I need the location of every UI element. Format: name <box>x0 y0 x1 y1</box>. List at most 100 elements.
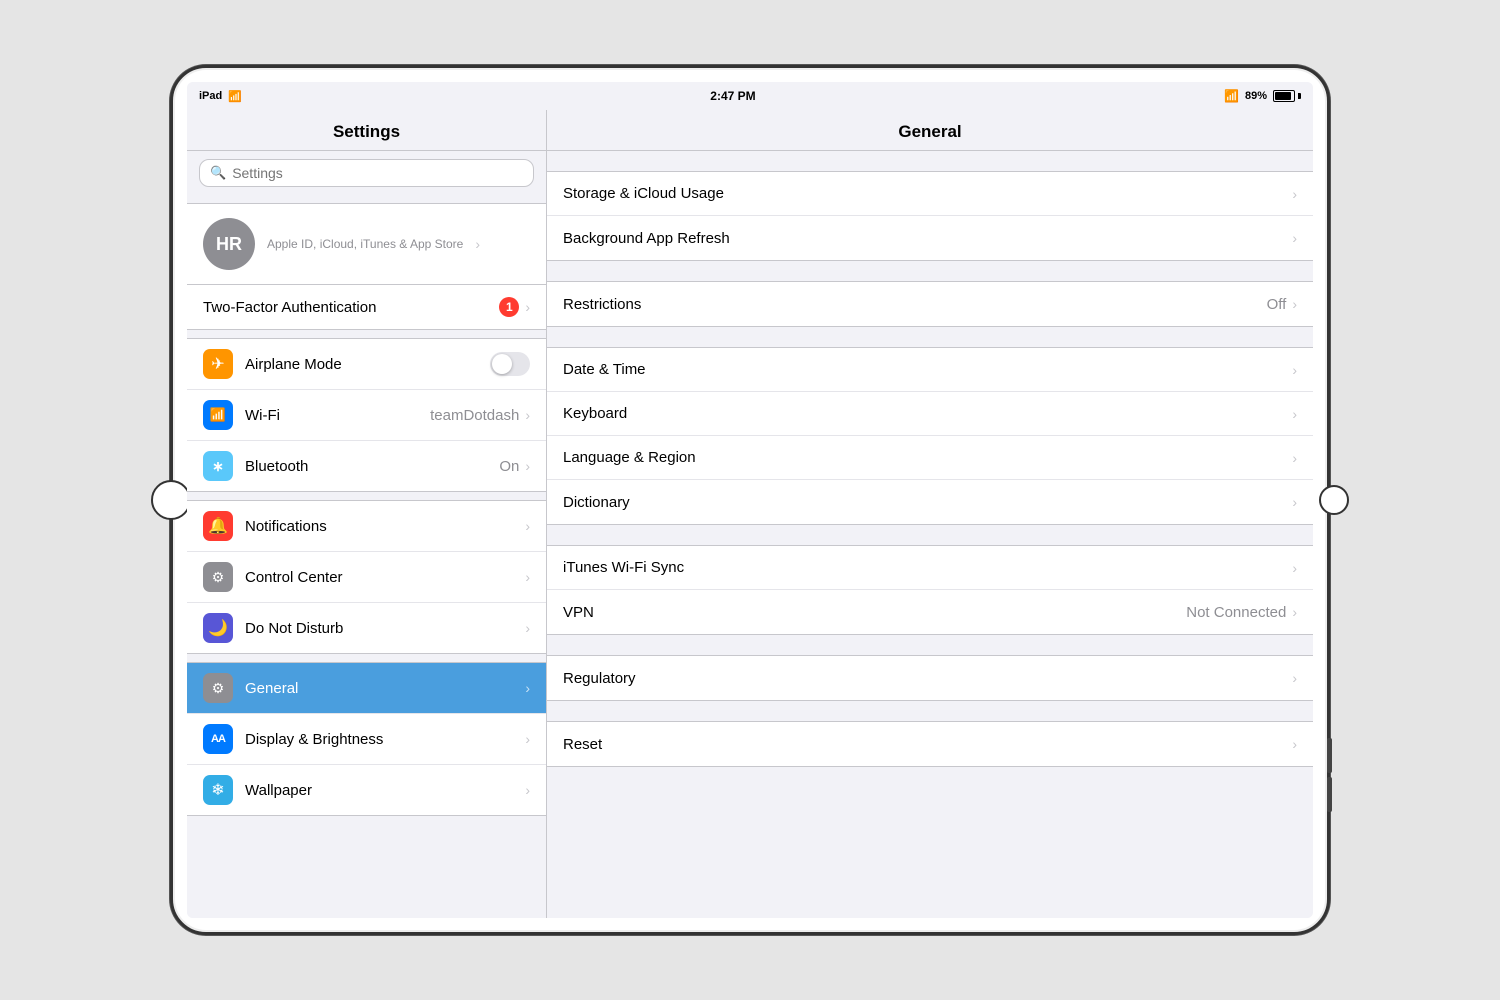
general-item-restrictions[interactable]: Restrictions Off › <box>547 282 1313 326</box>
sidebar-item-do-not-disturb[interactable]: 🌙 Do Not Disturb › <box>187 603 546 653</box>
airplane-toggle-knob <box>492 354 512 374</box>
general-item-regulatory[interactable]: Regulatory › <box>547 656 1313 700</box>
airplane-label: Airplane Mode <box>245 356 490 373</box>
vpn-label: VPN <box>563 604 594 621</box>
ipad-label: iPad <box>199 90 222 102</box>
two-factor-label: Two-Factor Authentication <box>203 299 376 316</box>
settings-panel: Settings 🔍 HR Apple ID, iCloud, iTunes &… <box>187 110 547 918</box>
wallpaper-icon: ❄ <box>203 775 233 805</box>
general-item-background[interactable]: Background App Refresh › <box>547 216 1313 260</box>
user-info: Apple ID, iCloud, iTunes & App Store <box>267 237 463 251</box>
datetime-label: Date & Time <box>563 361 646 378</box>
sidebar-item-display[interactable]: AA Display & Brightness › <box>187 714 546 765</box>
sidebar-item-bluetooth[interactable]: ∗ Bluetooth On › <box>187 441 546 491</box>
dictionary-right: › <box>1292 494 1297 510</box>
language-chevron-icon: › <box>1292 450 1297 466</box>
keyboard-chevron-icon: › <box>1292 406 1297 422</box>
screen: iPad 📶 2:47 PM 📶 89% Settings <box>187 82 1313 918</box>
airplane-icon: ✈ <box>203 349 233 379</box>
keyboard-right: › <box>1292 406 1297 422</box>
itunes-right: › <box>1292 560 1297 576</box>
storage-chevron-icon: › <box>1292 186 1297 202</box>
two-factor-chevron-icon: › <box>525 299 530 315</box>
wifi-status-icon: 📶 <box>228 90 242 103</box>
general-item-reset[interactable]: Reset › <box>547 722 1313 766</box>
settings-group-appearance: ⚙ General › AA Display & Brightness › ❄ … <box>187 662 546 816</box>
sidebar-item-control-center[interactable]: ⚙ Control Center › <box>187 552 546 603</box>
general-item-language[interactable]: Language & Region › <box>547 436 1313 480</box>
do-not-disturb-chevron-icon: › <box>525 620 530 636</box>
vpn-right: Not Connected › <box>1186 604 1297 621</box>
display-chevron-icon: › <box>525 731 530 747</box>
sidebar-item-wifi[interactable]: 📶 Wi-Fi teamDotdash › <box>187 390 546 441</box>
language-right: › <box>1292 450 1297 466</box>
notifications-icon: 🔔 <box>203 511 233 541</box>
home-button-left[interactable] <box>151 480 191 520</box>
general-icon: ⚙ <box>203 673 233 703</box>
general-panel: General Storage & iCloud Usage › Backgro… <box>547 110 1313 918</box>
ipad-frame: iPad 📶 2:47 PM 📶 89% Settings <box>170 65 1330 935</box>
general-chevron-icon: › <box>525 680 530 696</box>
two-factor-badge: 1 <box>499 297 519 317</box>
bluetooth-value: On <box>499 458 519 475</box>
regulatory-chevron-icon: › <box>1292 670 1297 686</box>
reset-chevron-icon: › <box>1292 736 1297 752</box>
general-group-restrictions: Restrictions Off › <box>547 281 1313 327</box>
settings-panel-title: Settings <box>187 110 546 151</box>
wifi-chevron-icon: › <box>525 407 530 423</box>
general-group-locale: Date & Time › Keyboard › Language & Regi… <box>547 347 1313 525</box>
sidebar-item-airplane[interactable]: ✈ Airplane Mode <box>187 339 546 390</box>
wifi-icon: 📶 <box>203 400 233 430</box>
airplane-toggle[interactable] <box>490 352 530 376</box>
do-not-disturb-label: Do Not Disturb <box>245 620 525 637</box>
restrictions-value: Off <box>1267 296 1287 313</box>
do-not-disturb-icon: 🌙 <box>203 613 233 643</box>
two-factor-row[interactable]: Two-Factor Authentication 1 › <box>187 285 546 330</box>
restrictions-right: Off › <box>1267 296 1297 313</box>
general-item-keyboard[interactable]: Keyboard › <box>547 392 1313 436</box>
sidebar-item-general[interactable]: ⚙ General › <box>187 663 546 714</box>
search-input-wrap: 🔍 <box>199 159 534 187</box>
control-center-chevron-icon: › <box>525 569 530 585</box>
sidebar-item-wallpaper[interactable]: ❄ Wallpaper › <box>187 765 546 815</box>
home-button-right <box>1319 485 1349 515</box>
two-factor-right: 1 › <box>499 297 530 317</box>
regulatory-right: › <box>1292 670 1297 686</box>
general-panel-title: General <box>547 110 1313 151</box>
control-center-icon: ⚙ <box>203 562 233 592</box>
restrictions-chevron-icon: › <box>1292 296 1297 312</box>
general-group-storage: Storage & iCloud Usage › Background App … <box>547 171 1313 261</box>
display-label: Display & Brightness <box>245 731 525 748</box>
general-item-vpn[interactable]: VPN Not Connected › <box>547 590 1313 634</box>
display-icon: AA <box>203 724 233 754</box>
notifications-chevron-icon: › <box>525 518 530 534</box>
user-profile[interactable]: HR Apple ID, iCloud, iTunes & App Store … <box>187 203 546 285</box>
general-group-regulatory: Regulatory › <box>547 655 1313 701</box>
status-bar: iPad 📶 2:47 PM 📶 89% <box>187 82 1313 110</box>
background-chevron-icon: › <box>1292 230 1297 246</box>
background-label: Background App Refresh <box>563 230 730 247</box>
sidebar-item-notifications[interactable]: 🔔 Notifications › <box>187 501 546 552</box>
search-icon: 🔍 <box>210 165 226 181</box>
general-item-storage[interactable]: Storage & iCloud Usage › <box>547 172 1313 216</box>
general-label: General <box>245 680 525 697</box>
general-item-dictionary[interactable]: Dictionary › <box>547 480 1313 524</box>
background-right: › <box>1292 230 1297 246</box>
storage-right: › <box>1292 186 1297 202</box>
itunes-label: iTunes Wi-Fi Sync <box>563 559 684 576</box>
battery-percent: 89% <box>1245 90 1267 102</box>
reset-label: Reset <box>563 736 602 753</box>
datetime-right: › <box>1292 362 1297 378</box>
control-center-label: Control Center <box>245 569 525 586</box>
restrictions-label: Restrictions <box>563 296 641 313</box>
wallpaper-chevron-icon: › <box>525 782 530 798</box>
dictionary-label: Dictionary <box>563 494 630 511</box>
search-input[interactable] <box>232 165 523 181</box>
settings-group-system: 🔔 Notifications › ⚙ Control Center › 🌙 D… <box>187 500 546 654</box>
battery-icon <box>1273 90 1301 102</box>
bluetooth-icon: 📶 <box>1224 89 1239 103</box>
general-item-itunes[interactable]: iTunes Wi-Fi Sync › <box>547 546 1313 590</box>
status-left: iPad 📶 <box>199 90 242 103</box>
general-item-datetime[interactable]: Date & Time › <box>547 348 1313 392</box>
side-buttons <box>1327 738 1332 812</box>
